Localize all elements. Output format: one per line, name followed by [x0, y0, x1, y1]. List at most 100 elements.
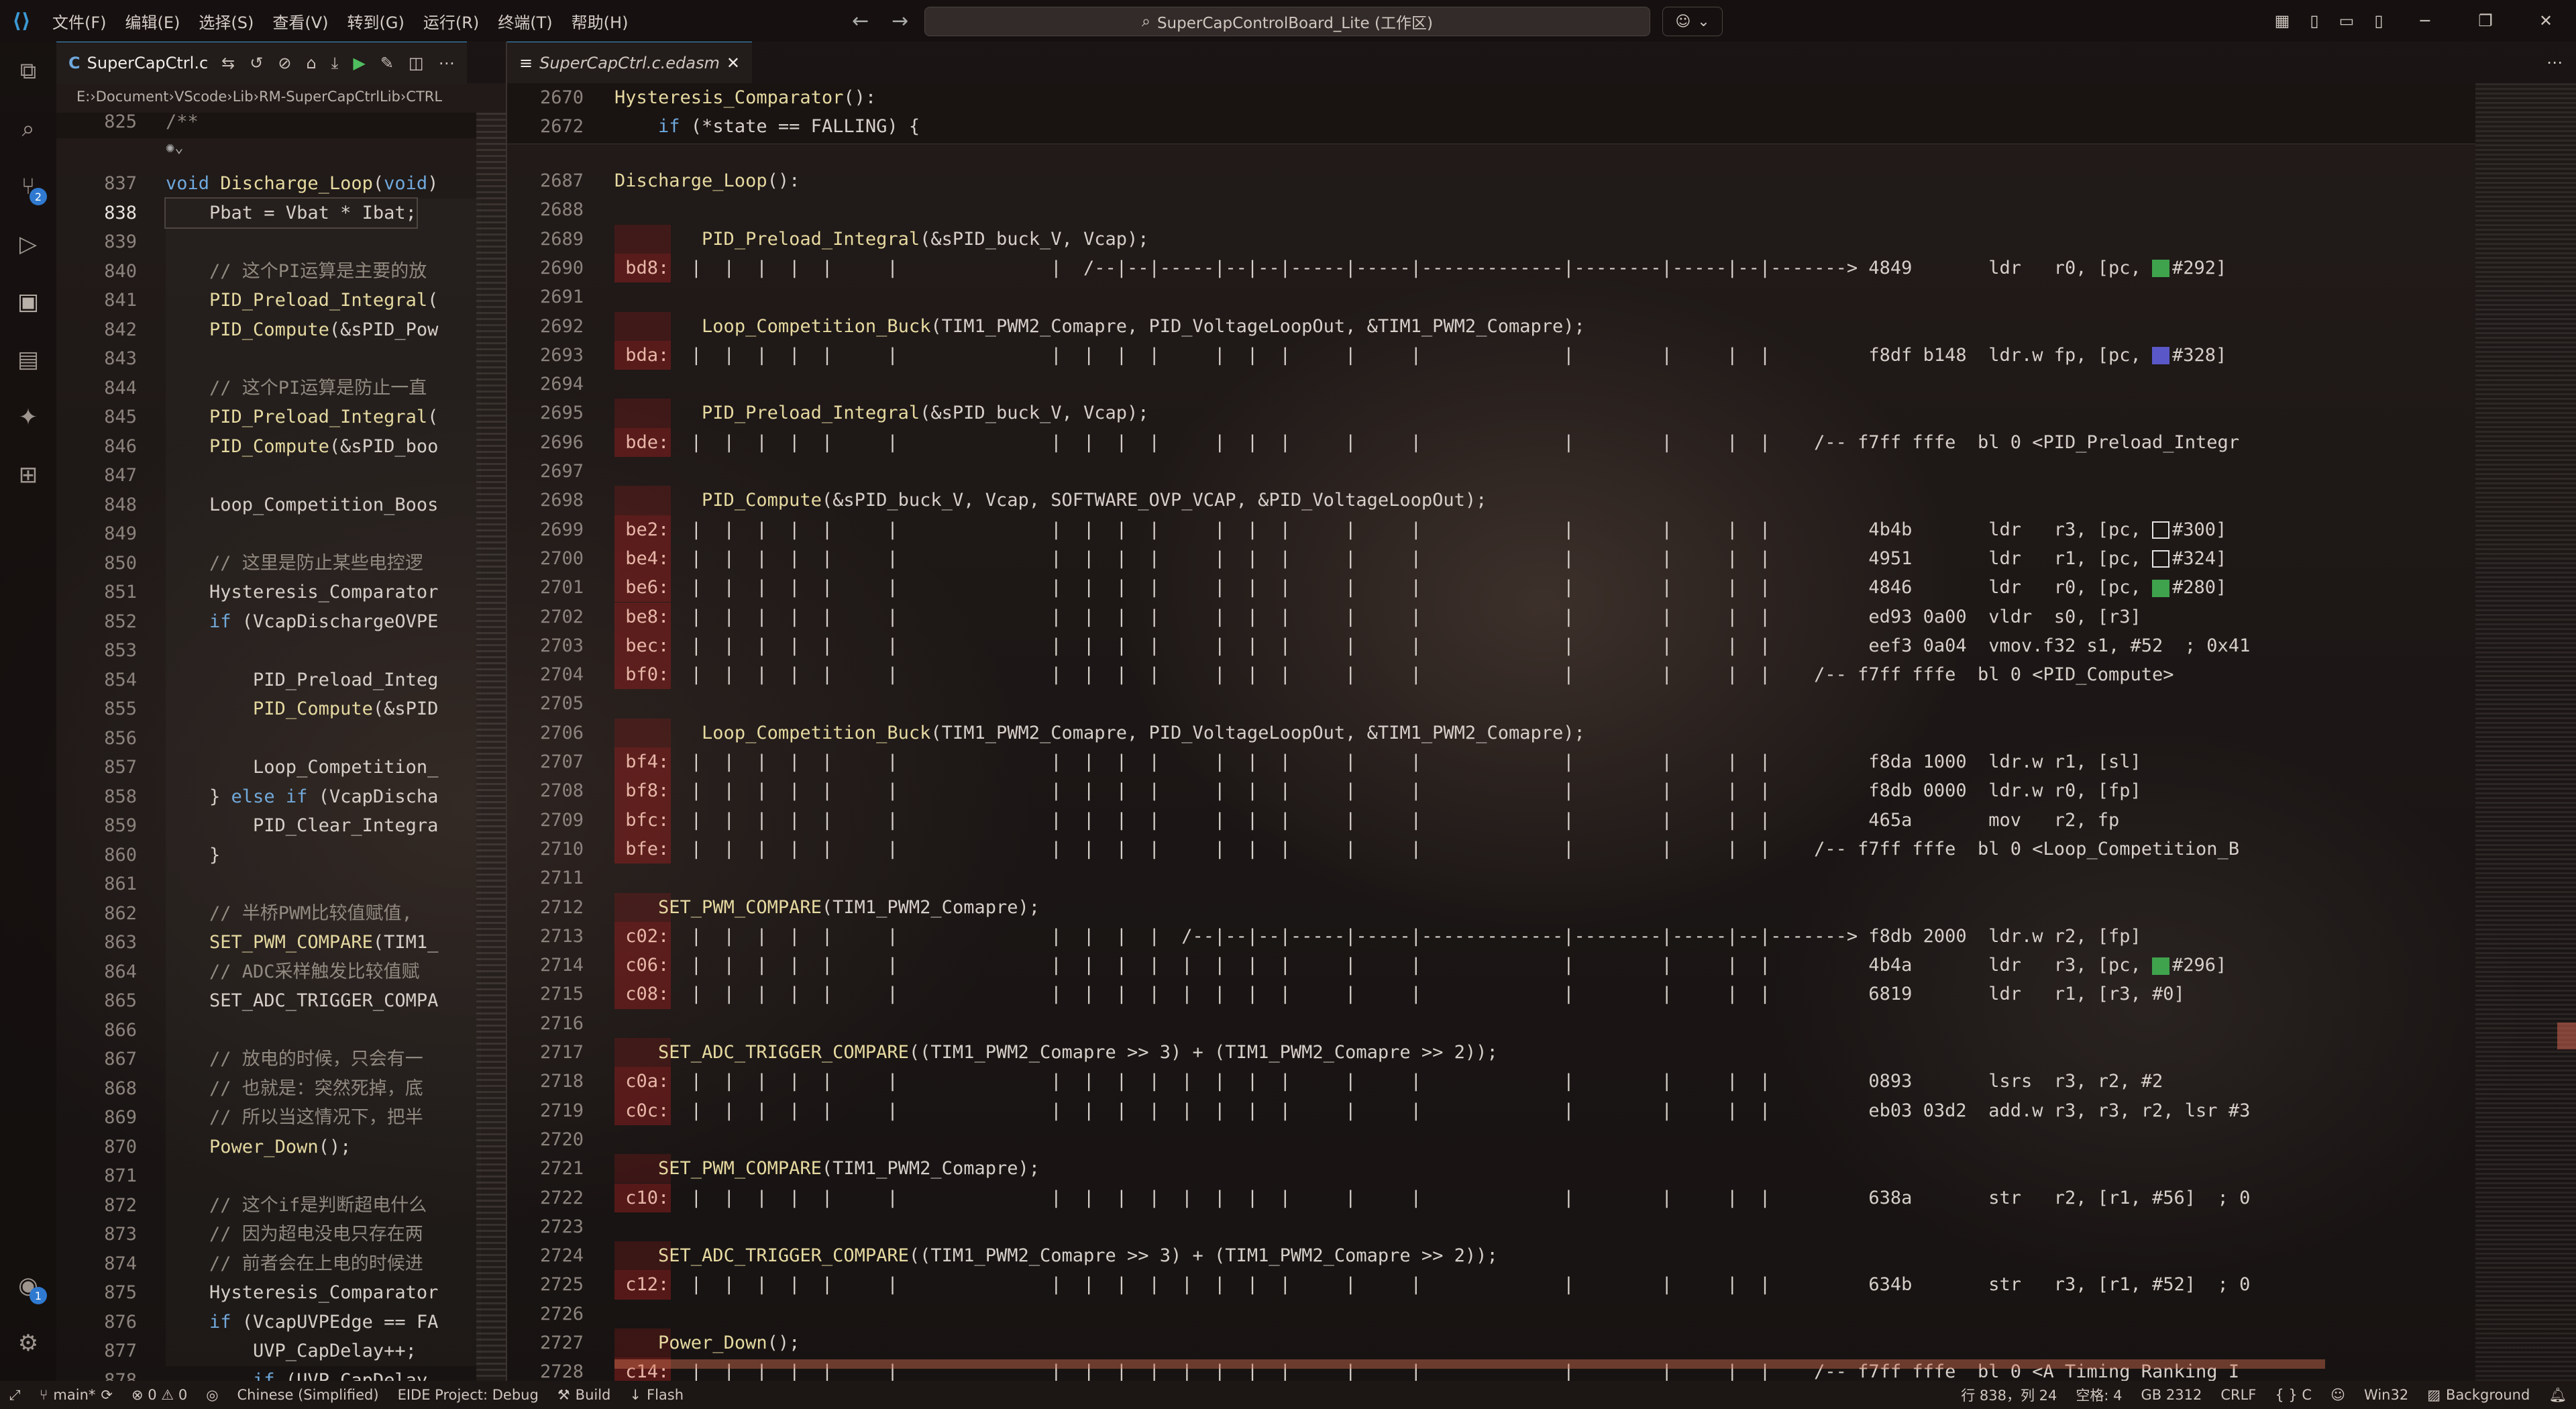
code-editor-right[interactable]: 2670 Hysteresis_Comparator(): 2672 if (*st… — [507, 83, 2576, 1381]
split-editor-icon[interactable]: ◫ — [409, 54, 424, 72]
language-pack-item[interactable]: Chinese (Simplified) — [228, 1387, 388, 1403]
search-icon[interactable]: ⌕ — [12, 113, 44, 145]
code-line[interactable]: 2699 be2: | | | | | | | | | | | | | | | … — [507, 515, 2576, 544]
code-line[interactable]: 2688 — [507, 195, 2576, 224]
code-line[interactable]: 2722 c10: | | | | | | | | | | | | | | | … — [507, 1184, 2576, 1212]
code-line[interactable]: 2724 SET_ADC_TRIGGER_COMPARE((TIM1_PWM2_… — [507, 1241, 2576, 1270]
code-line[interactable]: 2694 — [507, 370, 2576, 399]
code-line[interactable]: 2702 be8: | | | | | | | | | | | | | | | … — [507, 603, 2576, 631]
breadcrumb-item[interactable]: VScode — [174, 89, 227, 105]
code-line[interactable]: 2708 bf8: | | | | | | | | | | | | | | | … — [507, 776, 2576, 805]
run-debug-icon[interactable]: ▷ — [12, 228, 44, 260]
tab-supercapctrl-c[interactable]: C SuperCapCtrl.c ⇆ ↺ ⊘ ⌂ ⤓ ▶ ✎ ◫ ⋯ — [56, 42, 467, 84]
restore-button[interactable]: ❐ — [2455, 11, 2516, 30]
chip-icon[interactable]: ▣ — [12, 286, 44, 318]
code-line[interactable]: 2727 Power_Down(); — [507, 1328, 2576, 1357]
menu-item[interactable]: 查看(V) — [263, 0, 337, 42]
code-line[interactable]: 2725 c12: | | | | | | | | | | | | | | | … — [507, 1270, 2576, 1299]
flash-button[interactable]: ↓ Flash — [620, 1387, 693, 1403]
copilot-button[interactable]: ☺ ⌄ — [1662, 7, 1723, 36]
forward-arrow-icon[interactable]: → — [892, 9, 908, 33]
code-line[interactable]: 2706 Loop_Competition_Buck(TIM1_PWM2_Com… — [507, 719, 2576, 747]
code-line[interactable]: 2716 — [507, 1009, 2576, 1038]
toggle-panel-icon[interactable]: ▭ — [2330, 11, 2363, 30]
build-button[interactable]: ⚒ Build — [548, 1387, 621, 1403]
code-line[interactable]: 2670 Hysteresis_Comparator(): — [507, 83, 2576, 112]
code-line[interactable]: 825 /** — [56, 109, 506, 136]
breadcrumb-item[interactable]: RM-SuperCapCtrlLib — [259, 89, 400, 105]
code-line[interactable]: 2713 c02: | | | | | | | | | | /--|--|--|… — [507, 922, 2576, 951]
code-line[interactable]: 2696 bde: | | | | | | | | | | | | | | | … — [507, 428, 2576, 457]
code-line[interactable]: 2717 SET_ADC_TRIGGER_COMPARE((TIM1_PWM2_… — [507, 1038, 2576, 1067]
code-line[interactable]: 2723 — [507, 1212, 2576, 1241]
close-button[interactable]: ✕ — [2516, 11, 2576, 30]
menu-item[interactable]: 编辑(E) — [116, 0, 190, 42]
run-icon[interactable]: ▶ — [353, 54, 365, 72]
menu-item[interactable]: 文件(F) — [43, 0, 116, 42]
code-line[interactable]: 2693 bda: | | | | | | | | | | | | | | | … — [507, 341, 2576, 370]
breakpoint-off-icon[interactable]: ⊘ — [278, 54, 291, 72]
eide-project-item[interactable]: EIDE Project: Debug — [388, 1387, 548, 1403]
line-ending[interactable]: CRLF — [2211, 1385, 2265, 1405]
ai-sparkle-icon[interactable]: ✺⌄ — [166, 140, 184, 156]
clean-icon[interactable]: ✎ — [380, 54, 394, 72]
code-line[interactable]: 2709 bfc: | | | | | | | | | | | | | | | … — [507, 806, 2576, 835]
code-line[interactable]: 2687 Discharge_Loop(): — [507, 166, 2576, 195]
code-line[interactable]: 2697 — [507, 457, 2576, 486]
language-mode[interactable]: { } C — [2265, 1385, 2321, 1405]
code-line[interactable]: 2689 PID_Preload_Integral(&sPID_buck_V, … — [507, 225, 2576, 254]
remote-icon[interactable]: ⤢ — [0, 1387, 30, 1404]
git-compare-icon[interactable]: ⇆ — [221, 54, 235, 72]
code-line[interactable]: 2695 PID_Preload_Integral(&sPID_buck_V, … — [507, 399, 2576, 427]
menu-item[interactable]: 选择(S) — [189, 0, 263, 42]
branch-indicator[interactable]: ⑂ main* ⟳ — [30, 1387, 122, 1403]
code-line[interactable]: 2690 bd8: | | | | | | | /--|--|-----|--|… — [507, 254, 2576, 282]
code-line[interactable]: 2710 bfe: | | | | | | | | | | | | | | | … — [507, 835, 2576, 864]
close-icon[interactable]: ✕ — [727, 54, 740, 72]
menu-item[interactable]: 帮助(H) — [562, 0, 638, 42]
indentation[interactable]: 空格: 4 — [2066, 1385, 2131, 1405]
extensions-icon[interactable]: ⊞ — [12, 459, 44, 491]
menu-item[interactable]: 终端(T) — [488, 0, 561, 42]
bug-icon[interactable]: ✦ — [12, 401, 44, 433]
download-icon[interactable]: ⤓ — [331, 54, 339, 72]
platform[interactable]: Win32 — [2355, 1385, 2418, 1405]
minimize-button[interactable]: ─ — [2395, 11, 2455, 30]
code-line[interactable]: 2672 if (*state == FALLING) { — [507, 112, 2576, 141]
code-line[interactable]: 837 void Discharge_Loop(void) — [56, 169, 506, 198]
settings-gear-icon[interactable]: ⚙ — [12, 1327, 44, 1359]
code-line[interactable]: 2714 c06: | | | | | | | | | | | | | | | … — [507, 951, 2576, 980]
menu-item[interactable]: 运行(R) — [414, 0, 488, 42]
breadcrumb-item[interactable]: CTRL — [406, 89, 442, 105]
tab-supercapctrl-edasm[interactable]: ≡ SuperCapCtrl.c.edasm ✕ — [507, 42, 752, 84]
notifications-bell-icon[interactable]: 🔔︎ — [2539, 1385, 2576, 1405]
code-line[interactable]: 2719 c0c: | | | | | | | | | | | | | | | … — [507, 1096, 2576, 1125]
accounts-icon[interactable]: ◉ 1 — [12, 1269, 47, 1304]
code-line[interactable]: 2704 bf0: | | | | | | | | | | | | | | | … — [507, 660, 2576, 689]
code-line[interactable]: 2705 — [507, 689, 2576, 718]
code-line[interactable]: 878 if (UVP_CapDelay — [56, 1366, 506, 1381]
code-line[interactable]: 2707 bf4: | | | | | | | | | | | | | | | … — [507, 747, 2576, 776]
build-icon[interactable]: ⌂ — [307, 54, 317, 72]
broadcast-icon[interactable]: ◎ — [197, 1387, 227, 1403]
breadcrumb-item[interactable]: Document — [96, 89, 169, 105]
code-line[interactable]: 2718 c0a: | | | | | | | | | | | | | | | … — [507, 1067, 2576, 1096]
toggle-secondary-sidebar-icon[interactable]: ▯ — [2363, 11, 2395, 30]
encoding[interactable]: GB 2312 — [2132, 1385, 2212, 1405]
code-line[interactable]: 2721 SET_PWM_COMPARE(TIM1_PWM2_Comapre); — [507, 1154, 2576, 1183]
code-line[interactable]: 2701 be6: | | | | | | | | | | | | | | | … — [507, 573, 2576, 602]
code-line[interactable]: 2700 be4: | | | | | | | | | | | | | | | … — [507, 544, 2576, 573]
code-line[interactable]: 2703 bec: | | | | | | | | | | | | | | | … — [507, 631, 2576, 660]
problems-indicator[interactable]: ⊗ 0 ⚠ 0 — [122, 1387, 197, 1403]
menu-item[interactable]: 转到(G) — [338, 0, 414, 42]
more-actions-icon[interactable]: ⋯ — [439, 54, 455, 72]
cursor-position[interactable]: 行 838，列 24 — [1951, 1385, 2066, 1405]
back-arrow-icon[interactable]: ← — [852, 9, 869, 33]
minimap-left[interactable] — [476, 113, 506, 1381]
scrollbar-thumb[interactable] — [2557, 1023, 2576, 1049]
clipboard-icon[interactable]: ▤ — [12, 344, 44, 376]
code-line[interactable]: 2711 — [507, 864, 2576, 892]
source-control-icon[interactable]: ⑂ 2 — [12, 170, 47, 205]
breadcrumb-item[interactable]: E: — [76, 89, 90, 105]
more-actions-icon[interactable]: ⋯ — [2546, 53, 2576, 72]
